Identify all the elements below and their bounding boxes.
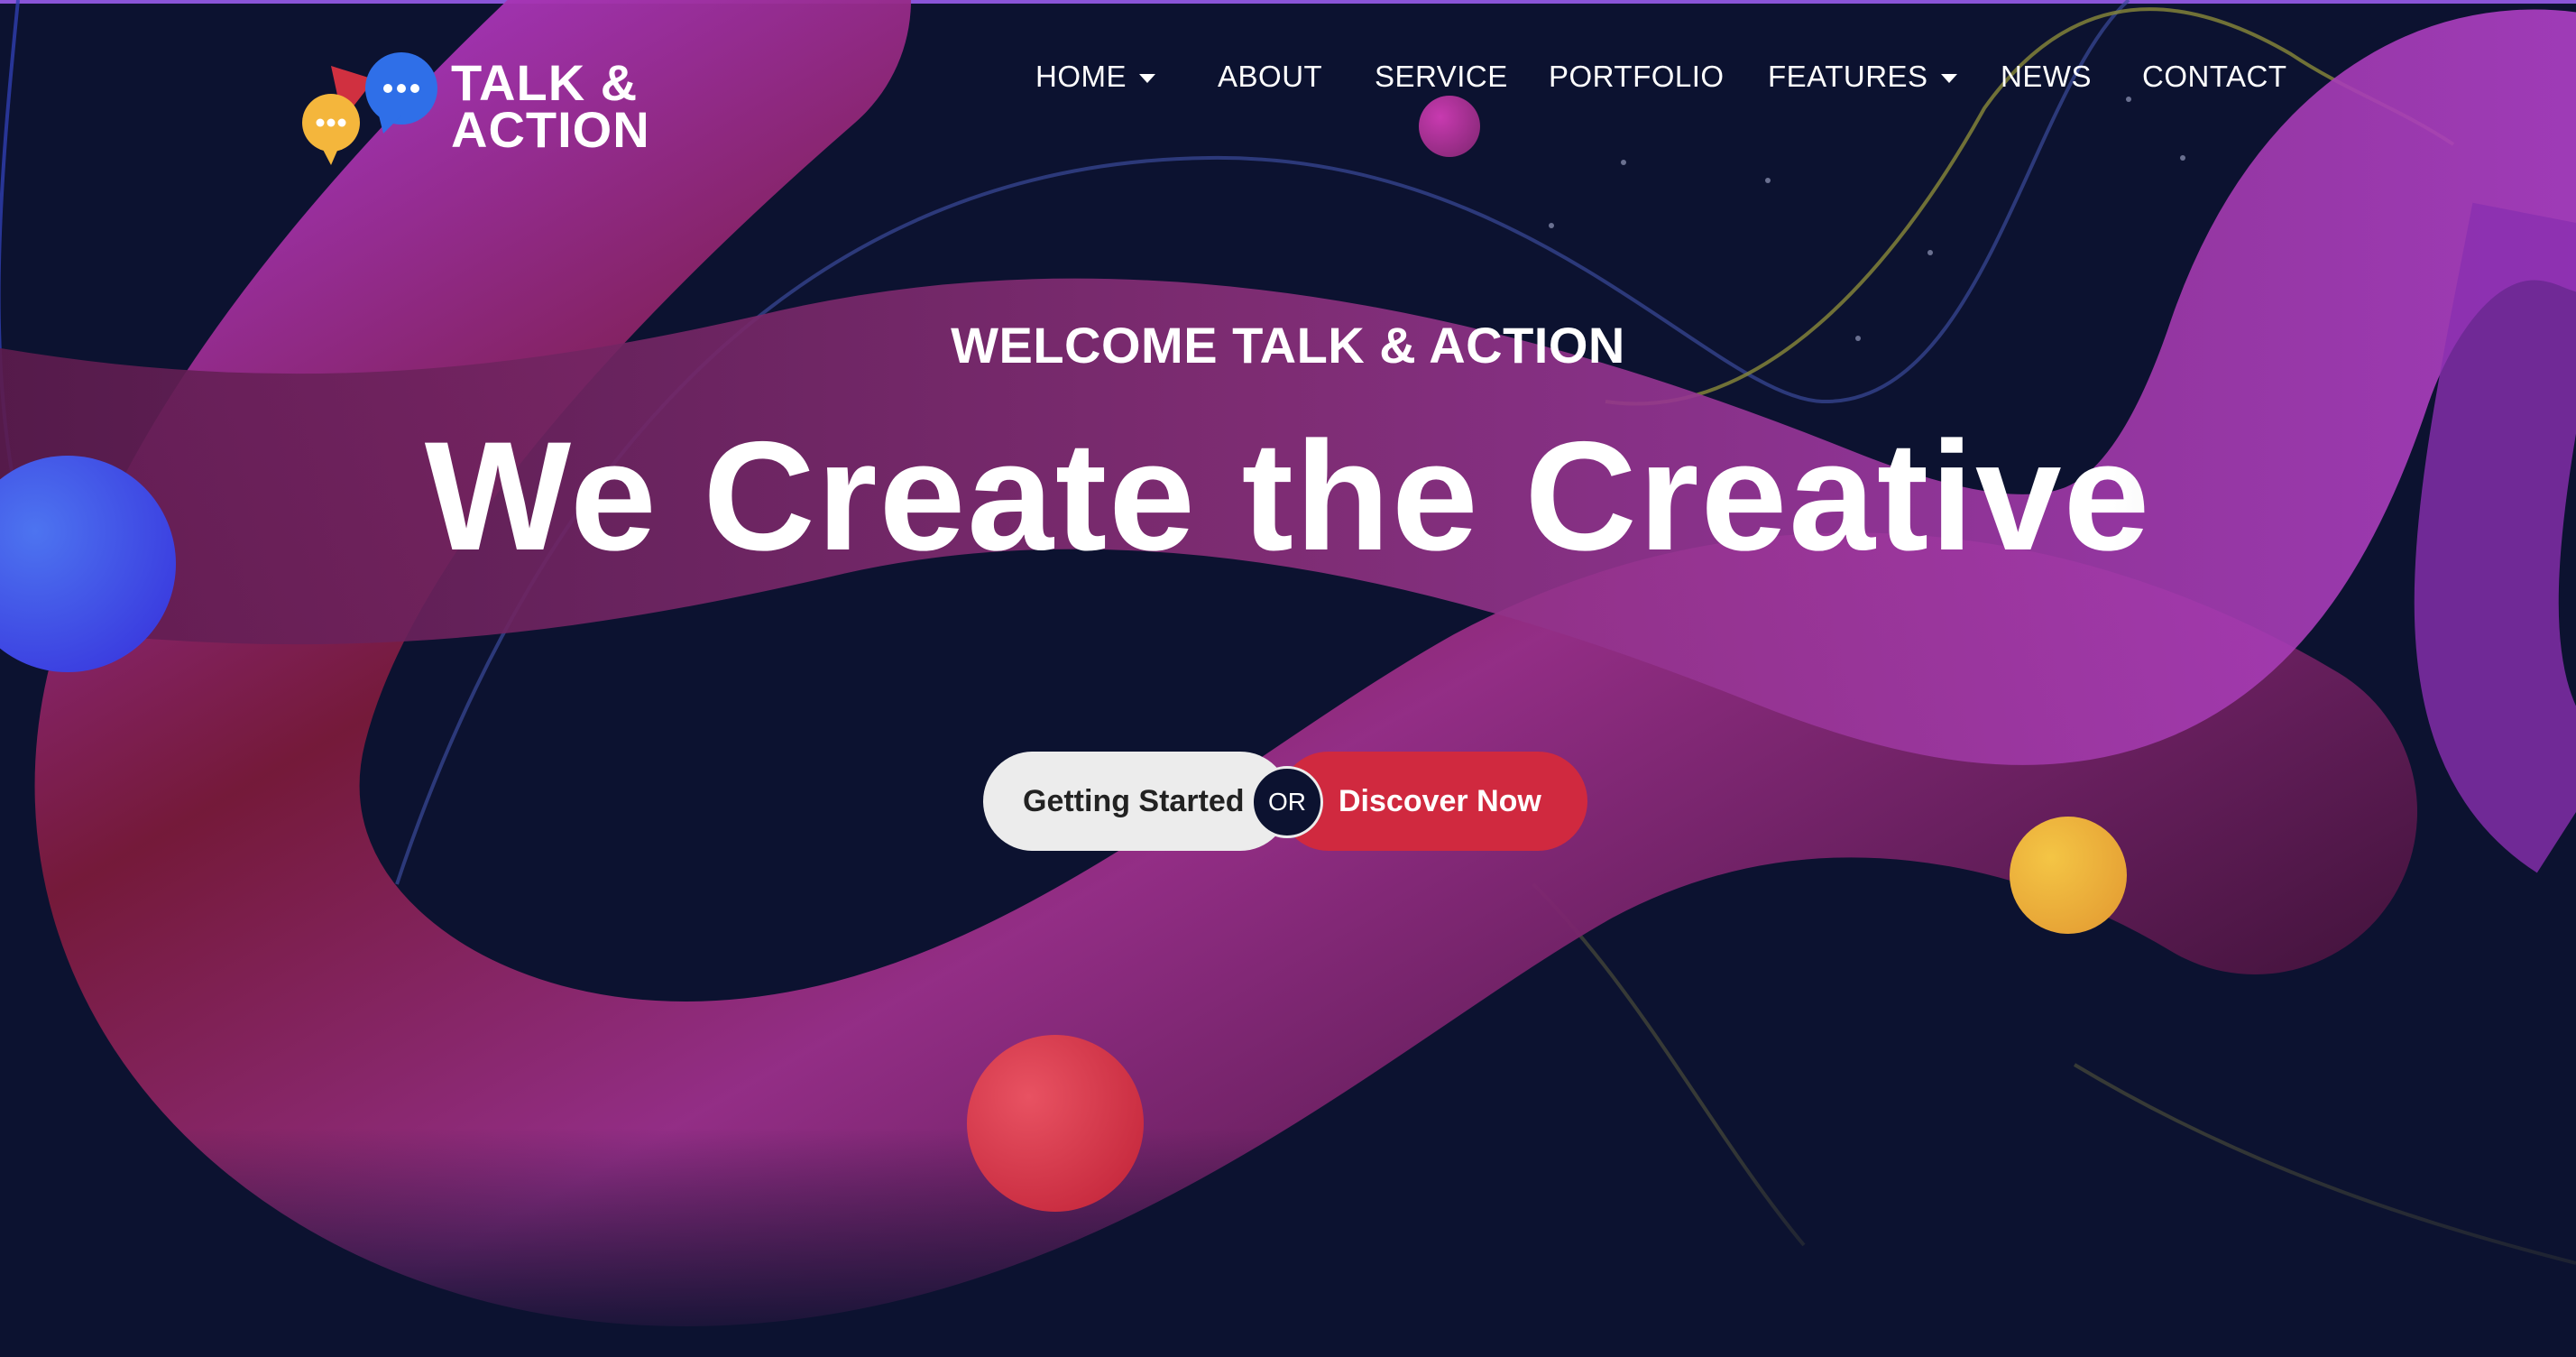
nav-item-portfolio[interactable]: PORTFOLIO	[1549, 54, 1725, 99]
or-separator-badge: OR	[1251, 766, 1323, 838]
nav-item-news[interactable]: NEWS	[2001, 54, 2092, 99]
nav-item-features[interactable]: FEATURES	[1768, 54, 1957, 99]
nav-item-features-label: FEATURES	[1768, 60, 1928, 93]
nav-item-service[interactable]: SERVICE	[1375, 54, 1508, 99]
nav-item-about[interactable]: ABOUT	[1218, 54, 1322, 99]
nav-item-contact[interactable]: CONTACT	[2142, 54, 2287, 99]
hero-headline: We Create the Creative	[0, 411, 2576, 582]
nav-item-home-label: HOME	[1035, 60, 1127, 93]
hero-background-art	[0, 0, 2576, 1357]
discover-now-button[interactable]: Discover Now	[1279, 752, 1587, 851]
brand-name-line2: ACTION	[451, 101, 650, 158]
chevron-down-icon	[1139, 74, 1155, 84]
nav-item-home[interactable]: HOME	[1035, 54, 1155, 99]
hero-welcome-text: WELCOME TALK & ACTION	[951, 317, 1625, 374]
chevron-down-icon	[1940, 74, 1957, 84]
getting-started-button[interactable]: Getting Started	[983, 752, 1290, 851]
main-nav: HOME ABOUT SERVICE PORTFOLIO FEATURES NE…	[0, 54, 2576, 99]
